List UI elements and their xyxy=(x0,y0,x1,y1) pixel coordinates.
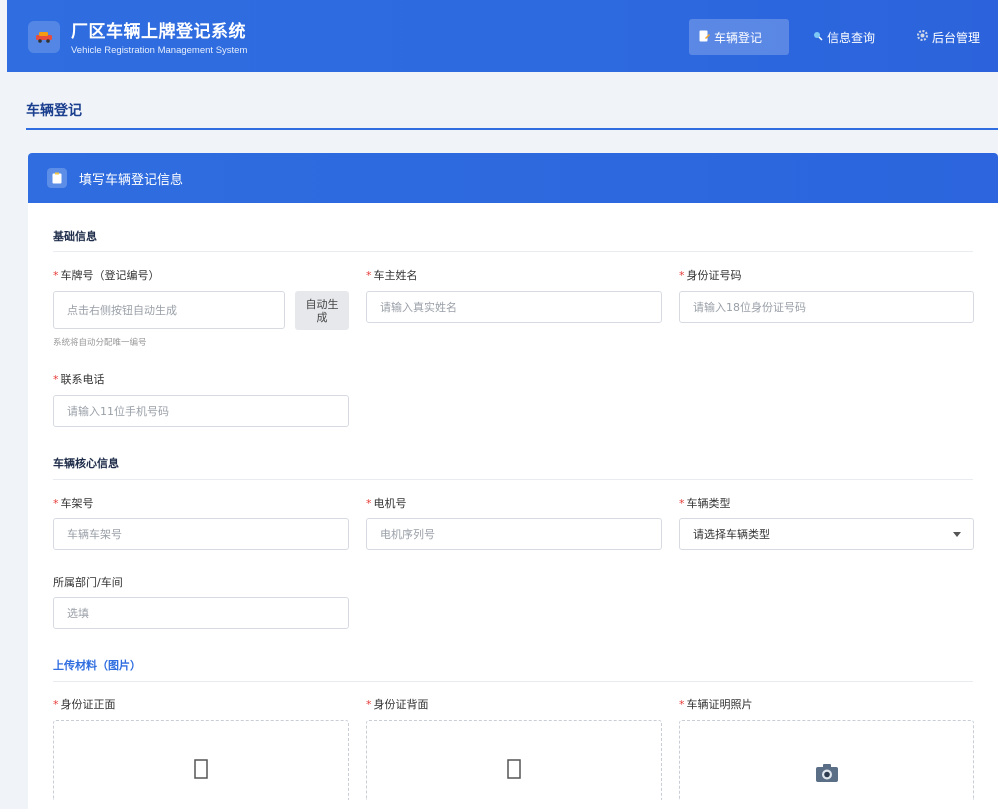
motor-number-input[interactable]: 电机序列号 xyxy=(366,518,662,550)
search-icon xyxy=(813,30,823,44)
app-title: 厂区车辆上牌登记系统 xyxy=(71,22,246,42)
section-divider xyxy=(53,681,973,682)
owner-name-label: * 车主姓名 xyxy=(366,269,418,282)
department-input[interactable]: 选填 xyxy=(53,597,349,629)
section-upload: 上传材料（图片） xyxy=(53,659,141,672)
phone-label: * 联系电话 xyxy=(53,373,105,386)
id-back-upload[interactable] xyxy=(366,720,662,800)
vehicle-type-label: * 车辆类型 xyxy=(679,497,731,510)
section-divider xyxy=(53,479,973,480)
nav-info-query[interactable]: 信息查询 xyxy=(803,19,885,55)
section-divider xyxy=(53,251,973,252)
nav-label: 后台管理 xyxy=(932,30,981,45)
nav-vehicle-registration[interactable]: 车辆登记 xyxy=(689,19,789,55)
car-logo-icon xyxy=(28,21,60,53)
id-number-input[interactable]: 请输入18位身份证号码 xyxy=(679,291,974,323)
form-card-header: 填写车辆登记信息 xyxy=(28,153,998,203)
nav-admin[interactable]: 后台管理 xyxy=(907,19,990,55)
frame-number-label: * 车架号 xyxy=(53,497,94,510)
section-basic-info: 基础信息 xyxy=(53,230,97,243)
plate-label: * 车牌号（登记编号） xyxy=(53,269,160,282)
section-vehicle-info: 车辆核心信息 xyxy=(53,457,119,470)
id-card-placeholder-icon xyxy=(507,759,521,783)
plate-hint: 系统将自动分配唯一编号 xyxy=(53,338,147,348)
id-front-label: * 身份证正面 xyxy=(53,698,116,711)
clipboard-icon xyxy=(47,168,67,188)
id-number-label: * 身份证号码 xyxy=(679,269,742,282)
auto-generate-button[interactable]: 自动生成 xyxy=(295,291,349,330)
camera-icon xyxy=(815,763,839,787)
owner-name-input[interactable]: 请输入真实姓名 xyxy=(366,291,662,323)
department-label: 所属部门/车间 xyxy=(53,576,123,589)
edit-document-icon xyxy=(699,30,710,45)
page-title: 车辆登记 xyxy=(26,103,82,119)
form-card-title: 填写车辆登记信息 xyxy=(79,172,184,188)
nav-label: 信息查询 xyxy=(827,30,876,45)
vehicle-photo-label: * 车辆证明照片 xyxy=(679,698,753,711)
motor-number-label: * 电机号 xyxy=(366,497,407,510)
top-navigation-bar: 厂区车辆上牌登记系统 Vehicle Registration Manageme… xyxy=(7,0,998,72)
frame-number-input[interactable]: 车辆车架号 xyxy=(53,518,349,550)
plate-number-input[interactable]: 点击右侧按钮自动生成 xyxy=(53,291,285,329)
app-subtitle: Vehicle Registration Management System xyxy=(71,45,248,56)
vehicle-photo-upload[interactable] xyxy=(679,720,974,800)
gear-icon xyxy=(917,30,928,44)
id-card-placeholder-icon xyxy=(194,759,208,783)
registration-form-card: 填写车辆登记信息 基础信息 * 车牌号（登记编号） 点击右侧按钮自动生成 自动生成… xyxy=(28,153,998,809)
title-divider xyxy=(26,128,998,130)
phone-input[interactable]: 请输入11位手机号码 xyxy=(53,395,349,427)
id-back-label: * 身份证背面 xyxy=(366,698,429,711)
nav-label: 车辆登记 xyxy=(714,30,763,45)
chevron-down-icon xyxy=(953,532,961,537)
vehicle-type-select[interactable]: 请选择车辆类型 xyxy=(679,518,974,550)
vehicle-type-value: 请选择车辆类型 xyxy=(693,528,770,541)
id-front-upload[interactable] xyxy=(53,720,349,800)
